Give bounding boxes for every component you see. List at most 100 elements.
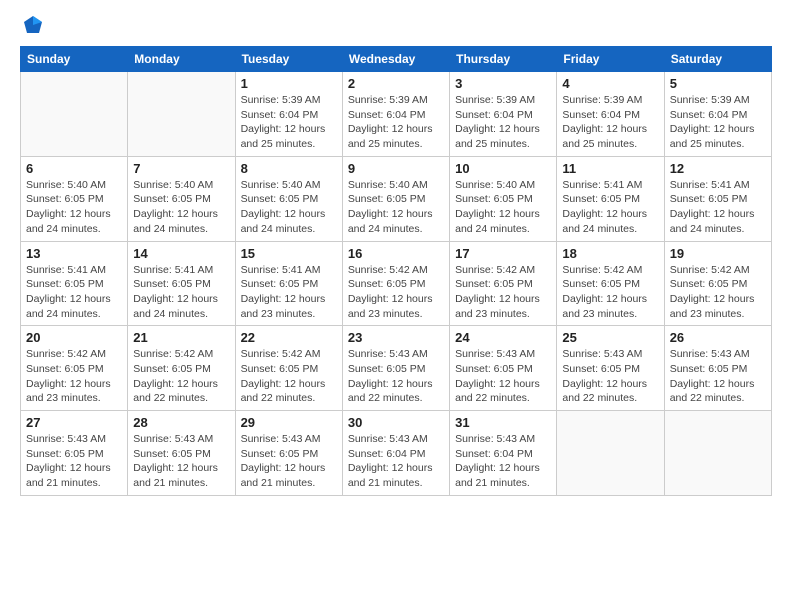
day-number: 14: [133, 246, 229, 261]
day-number: 17: [455, 246, 551, 261]
calendar-cell: 30 Sunrise: 5:43 AMSunset: 6:04 PMDayligh…: [342, 411, 449, 496]
day-detail: Sunrise: 5:41 AMSunset: 6:05 PMDaylight:…: [26, 263, 122, 322]
day-detail: Sunrise: 5:43 AMSunset: 6:05 PMDaylight:…: [241, 432, 337, 491]
calendar-cell: 17 Sunrise: 5:42 AMSunset: 6:05 PMDayligh…: [450, 241, 557, 326]
calendar-cell: 9Sunrise: 5:40 AMSunset: 6:05 PMDaylight…: [342, 156, 449, 241]
day-number: 8: [241, 161, 337, 176]
day-number: 2: [348, 76, 444, 91]
calendar-cell: 27 Sunrise: 5:43 AMSunset: 6:05 PMDayligh…: [21, 411, 128, 496]
day-detail: Sunrise: 5:42 AMSunset: 6:05 PMDaylight:…: [26, 347, 122, 406]
calendar-cell: 15 Sunrise: 5:41 AMSunset: 6:05 PMDayligh…: [235, 241, 342, 326]
day-number: 5: [670, 76, 766, 91]
day-number: 22: [241, 330, 337, 345]
logo-flag-icon: [22, 14, 44, 36]
day-number: 27: [26, 415, 122, 430]
calendar-table: SundayMondayTuesdayWednesdayThursdayFrid…: [20, 46, 772, 496]
day-detail: Sunrise: 5:41 AMSunset: 6:05 PMDaylight:…: [562, 178, 658, 237]
day-detail: Sunrise: 5:43 AMSunset: 6:05 PMDaylight:…: [455, 347, 551, 406]
week-row-2: 6 Sunrise: 5:40 AMSunset: 6:05 PMDaylight…: [21, 156, 772, 241]
calendar-cell: 18Sunrise: 5:42 AMSunset: 6:05 PMDayligh…: [557, 241, 664, 326]
calendar-cell: 29 Sunrise: 5:43 AMSunset: 6:05 PMDayligh…: [235, 411, 342, 496]
day-detail: Sunrise: 5:40 AMSunset: 6:05 PMDaylight:…: [455, 178, 551, 237]
calendar-cell: 8Sunrise: 5:40 AMSunset: 6:05 PMDaylight…: [235, 156, 342, 241]
day-number: 19: [670, 246, 766, 261]
day-number: 15: [241, 246, 337, 261]
calendar-cell: 20 Sunrise: 5:42 AMSunset: 6:05 PMDayligh…: [21, 326, 128, 411]
calendar-cell: 25 Sunrise: 5:43 AMSunset: 6:05 PMDayligh…: [557, 326, 664, 411]
page: SundayMondayTuesdayWednesdayThursdayFrid…: [0, 0, 792, 612]
day-detail: Sunrise: 5:43 AMSunset: 6:05 PMDaylight:…: [562, 347, 658, 406]
calendar-cell: 24 Sunrise: 5:43 AMSunset: 6:05 PMDayligh…: [450, 326, 557, 411]
week-row-4: 20 Sunrise: 5:42 AMSunset: 6:05 PMDayligh…: [21, 326, 772, 411]
calendar-cell: 7 Sunrise: 5:40 AMSunset: 6:05 PMDaylight…: [128, 156, 235, 241]
day-detail: Sunrise: 5:41 AMSunset: 6:05 PMDaylight:…: [670, 178, 766, 237]
day-number: 7: [133, 161, 229, 176]
day-number: 20: [26, 330, 122, 345]
calendar-cell: [128, 72, 235, 157]
calendar-cell: 13 Sunrise: 5:41 AMSunset: 6:05 PMDayligh…: [21, 241, 128, 326]
day-detail: Sunrise: 5:40 AMSunset: 6:05 PMDaylight:…: [26, 178, 122, 237]
calendar-cell: [664, 411, 771, 496]
day-number: 28: [133, 415, 229, 430]
day-number: 23: [348, 330, 444, 345]
calendar-cell: [21, 72, 128, 157]
calendar-cell: 22Sunrise: 5:42 AMSunset: 6:05 PMDayligh…: [235, 326, 342, 411]
day-number: 6: [26, 161, 122, 176]
calendar-cell: 19 Sunrise: 5:42 AMSunset: 6:05 PMDayligh…: [664, 241, 771, 326]
logo: [20, 16, 44, 36]
day-number: 13: [26, 246, 122, 261]
weekday-header-row: SundayMondayTuesdayWednesdayThursdayFrid…: [21, 47, 772, 72]
day-number: 16: [348, 246, 444, 261]
day-detail: Sunrise: 5:43 AMSunset: 6:05 PMDaylight:…: [670, 347, 766, 406]
day-detail: Sunrise: 5:41 AMSunset: 6:05 PMDaylight:…: [241, 263, 337, 322]
day-number: 31: [455, 415, 551, 430]
day-number: 18: [562, 246, 658, 261]
week-row-3: 13 Sunrise: 5:41 AMSunset: 6:05 PMDayligh…: [21, 241, 772, 326]
day-number: 12: [670, 161, 766, 176]
calendar-cell: 14 Sunrise: 5:41 AMSunset: 6:05 PMDayligh…: [128, 241, 235, 326]
calendar-cell: 31 Sunrise: 5:43 AMSunset: 6:04 PMDayligh…: [450, 411, 557, 496]
calendar-cell: 3 Sunrise: 5:39 AMSunset: 6:04 PMDaylight…: [450, 72, 557, 157]
weekday-header-wednesday: Wednesday: [342, 47, 449, 72]
day-number: 11: [562, 161, 658, 176]
day-detail: Sunrise: 5:39 AMSunset: 6:04 PMDaylight:…: [562, 93, 658, 152]
day-number: 30: [348, 415, 444, 430]
weekday-header-saturday: Saturday: [664, 47, 771, 72]
day-detail: Sunrise: 5:40 AMSunset: 6:05 PMDaylight:…: [348, 178, 444, 237]
header: [20, 16, 772, 36]
calendar-cell: 26 Sunrise: 5:43 AMSunset: 6:05 PMDayligh…: [664, 326, 771, 411]
calendar-cell: 11 Sunrise: 5:41 AMSunset: 6:05 PMDayligh…: [557, 156, 664, 241]
calendar-cell: 6 Sunrise: 5:40 AMSunset: 6:05 PMDaylight…: [21, 156, 128, 241]
calendar-cell: 4Sunrise: 5:39 AMSunset: 6:04 PMDaylight…: [557, 72, 664, 157]
day-detail: Sunrise: 5:43 AMSunset: 6:05 PMDaylight:…: [26, 432, 122, 491]
day-detail: Sunrise: 5:42 AMSunset: 6:05 PMDaylight:…: [670, 263, 766, 322]
day-detail: Sunrise: 5:42 AMSunset: 6:05 PMDaylight:…: [348, 263, 444, 322]
calendar-cell: 2 Sunrise: 5:39 AMSunset: 6:04 PMDaylight…: [342, 72, 449, 157]
calendar-cell: 10 Sunrise: 5:40 AMSunset: 6:05 PMDayligh…: [450, 156, 557, 241]
day-detail: Sunrise: 5:39 AMSunset: 6:04 PMDaylight:…: [455, 93, 551, 152]
day-number: 10: [455, 161, 551, 176]
day-number: 25: [562, 330, 658, 345]
day-detail: Sunrise: 5:41 AMSunset: 6:05 PMDaylight:…: [133, 263, 229, 322]
day-number: 24: [455, 330, 551, 345]
day-detail: Sunrise: 5:40 AMSunset: 6:05 PMDaylight:…: [133, 178, 229, 237]
weekday-header-monday: Monday: [128, 47, 235, 72]
day-detail: Sunrise: 5:43 AMSunset: 6:04 PMDaylight:…: [455, 432, 551, 491]
day-detail: Sunrise: 5:43 AMSunset: 6:04 PMDaylight:…: [348, 432, 444, 491]
day-number: 1: [241, 76, 337, 91]
day-detail: Sunrise: 5:43 AMSunset: 6:05 PMDaylight:…: [348, 347, 444, 406]
day-detail: Sunrise: 5:39 AMSunset: 6:04 PMDaylight:…: [670, 93, 766, 152]
weekday-header-tuesday: Tuesday: [235, 47, 342, 72]
day-detail: Sunrise: 5:42 AMSunset: 6:05 PMDaylight:…: [455, 263, 551, 322]
day-detail: Sunrise: 5:43 AMSunset: 6:05 PMDaylight:…: [133, 432, 229, 491]
calendar-cell: 28 Sunrise: 5:43 AMSunset: 6:05 PMDayligh…: [128, 411, 235, 496]
day-number: 3: [455, 76, 551, 91]
day-number: 29: [241, 415, 337, 430]
calendar-cell: [557, 411, 664, 496]
calendar-cell: 21 Sunrise: 5:42 AMSunset: 6:05 PMDayligh…: [128, 326, 235, 411]
day-detail: Sunrise: 5:39 AMSunset: 6:04 PMDaylight:…: [241, 93, 337, 152]
day-number: 21: [133, 330, 229, 345]
day-detail: Sunrise: 5:42 AMSunset: 6:05 PMDaylight:…: [133, 347, 229, 406]
day-number: 26: [670, 330, 766, 345]
day-detail: Sunrise: 5:39 AMSunset: 6:04 PMDaylight:…: [348, 93, 444, 152]
